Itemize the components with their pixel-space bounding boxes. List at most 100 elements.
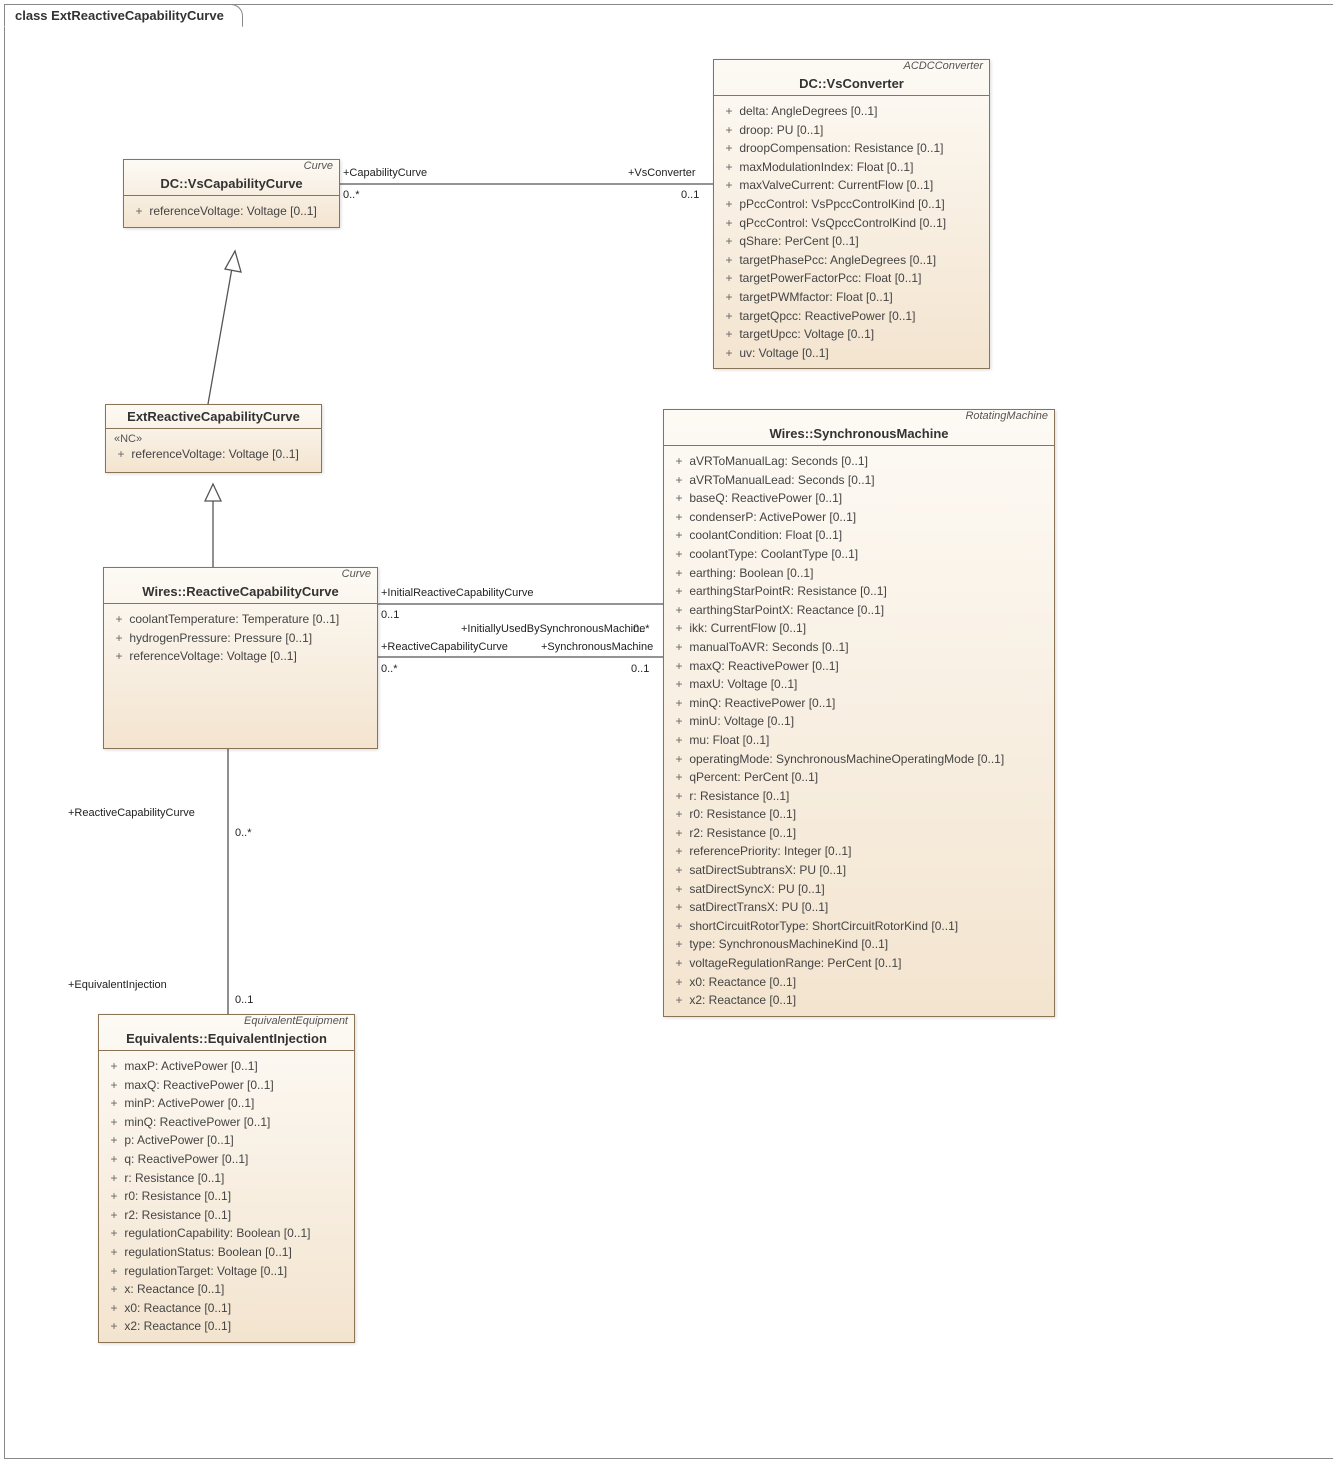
mult-sm: 0..1 — [631, 663, 649, 675]
mult-eqinj: 0..1 — [235, 994, 253, 1006]
stereotype: RotatingMachine — [664, 410, 1054, 422]
class-vsconverter: ACDCConverter DC::VsConverter + delta: A… — [713, 59, 990, 369]
attribute-row: + shortCircuitRotorType: ShortCircuitRot… — [672, 917, 1046, 936]
attribute-row: + coolantTemperature: Temperature [0..1] — [112, 610, 369, 629]
attribute-row: + targetPowerFactorPcc: Float [0..1] — [722, 269, 981, 288]
role-sm: +SynchronousMachine — [541, 641, 653, 653]
attribute-row: + qPercent: PerCent [0..1] — [672, 768, 1046, 787]
attribute-row: + targetPWMfactor: Float [0..1] — [722, 288, 981, 307]
attribute-row: + ikk: CurrentFlow [0..1] — [672, 619, 1046, 638]
mult-ircc: 0..1 — [381, 609, 399, 621]
attribute-row: + earthing: Boolean [0..1] — [672, 564, 1046, 583]
attribute-row: + minQ: ReactivePower [0..1] — [107, 1113, 346, 1132]
class-vscapabilitycurve: Curve DC::VsCapabilityCurve + referenceV… — [123, 159, 340, 228]
stereotype: Curve — [104, 568, 377, 580]
attribute-row: + qPccControl: VsQpccControlKind [0..1] — [722, 214, 981, 233]
attribute-row: + operatingMode: SynchronousMachineOpera… — [672, 750, 1046, 769]
attribute-row: + hydrogenPressure: Pressure [0..1] — [112, 629, 369, 648]
attribute-row: + pPccControl: VsPpccControlKind [0..1] — [722, 195, 981, 214]
attribute-row: + earthingStarPointX: Reactance [0..1] — [672, 601, 1046, 620]
attribute-row: + maxP: ActivePower [0..1] — [107, 1057, 346, 1076]
attribute-row: + aVRToManualLag: Seconds [0..1] — [672, 452, 1046, 471]
attribute-row: + uv: Voltage [0..1] — [722, 344, 981, 363]
attribute-row: + regulationStatus: Boolean [0..1] — [107, 1243, 346, 1262]
role-eqinj: +EquivalentInjection — [68, 979, 167, 991]
class-body: «NC» + referenceVoltage: Voltage [0..1] — [106, 429, 321, 472]
attribute-row: + r0: Resistance [0..1] — [107, 1187, 346, 1206]
attribute-row: + mu: Float [0..1] — [672, 731, 1046, 750]
diagram-frame: class ExtReactiveCapabilityCurve Curve D… — [4, 4, 1333, 1459]
attribute-row: + p: ActivePower [0..1] — [107, 1131, 346, 1150]
attribute-row: + satDirectTransX: PU [0..1] — [672, 898, 1046, 917]
class-equivalentinjection: EquivalentEquipment Equivalents::Equival… — [98, 1014, 355, 1343]
attribute-row: + maxValveCurrent: CurrentFlow [0..1] — [722, 176, 981, 195]
attribute-row: + x0: Reactance [0..1] — [672, 973, 1046, 992]
attribute-row: + maxU: Voltage [0..1] — [672, 675, 1046, 694]
class-body: + coolantTemperature: Temperature [0..1]… — [104, 604, 377, 672]
mult-rcc2: 0..* — [235, 827, 252, 839]
attribute-row: + condenserP: ActivePower [0..1] — [672, 508, 1046, 527]
attribute-row: + referenceVoltage: Voltage [0..1] — [114, 445, 313, 464]
attribute-row: + aVRToManualLead: Seconds [0..1] — [672, 471, 1046, 490]
class-name: DC::VsConverter — [799, 76, 904, 91]
attribute-row: + droopCompensation: Resistance [0..1] — [722, 139, 981, 158]
attribute-row: + maxModulationIndex: Float [0..1] — [722, 158, 981, 177]
class-body: + aVRToManualLag: Seconds [0..1]+ aVRToM… — [664, 446, 1054, 1016]
attribute-row: + r0: Resistance [0..1] — [672, 805, 1046, 824]
class-body: + referenceVoltage: Voltage [0..1] — [124, 196, 339, 227]
attribute-row: + x: Reactance [0..1] — [107, 1280, 346, 1299]
stereotype: ACDCConverter — [714, 60, 989, 72]
class-extreactivecapabilitycurve: ExtReactiveCapabilityCurve «NC» + refere… — [105, 404, 322, 473]
attribute-row: + coolantCondition: Float [0..1] — [672, 526, 1046, 545]
role-vsconverter: +VsConverter — [628, 167, 696, 179]
class-name: Wires::ReactiveCapabilityCurve — [142, 584, 338, 599]
diagram-body: Curve DC::VsCapabilityCurve + referenceV… — [13, 29, 1328, 1450]
role-ircc: +InitialReactiveCapabilityCurve — [381, 587, 534, 599]
attribute-row: + coolantType: CoolantType [0..1] — [672, 545, 1046, 564]
role-rcc2: +ReactiveCapabilityCurve — [68, 807, 195, 819]
attribute-row: + q: ReactivePower [0..1] — [107, 1150, 346, 1169]
attribute-row: + r: Resistance [0..1] — [107, 1169, 346, 1188]
attribute-row: + x2: Reactance [0..1] — [107, 1317, 346, 1336]
attribute-row: + satDirectSubtransX: PU [0..1] — [672, 861, 1046, 880]
attribute-row: + x2: Reactance [0..1] — [672, 991, 1046, 1010]
attribute-row: + minU: Voltage [0..1] — [672, 712, 1046, 731]
attribute-row: + targetQpcc: ReactivePower [0..1] — [722, 307, 981, 326]
role-rcc: +ReactiveCapabilityCurve — [381, 641, 508, 653]
class-name: DC::VsCapabilityCurve — [160, 176, 302, 191]
attribute-row: + regulationTarget: Voltage [0..1] — [107, 1262, 346, 1281]
role-capabilitycurve: +CapabilityCurve — [343, 167, 427, 179]
attribute-row: + referenceVoltage: Voltage [0..1] — [112, 647, 369, 666]
attribute-row: + voltageRegulationRange: PerCent [0..1] — [672, 954, 1046, 973]
class-synchronousmachine: RotatingMachine Wires::SynchronousMachin… — [663, 409, 1055, 1017]
diagram-title-tab: class ExtReactiveCapabilityCurve — [4, 4, 243, 27]
class-name: ExtReactiveCapabilityCurve — [127, 409, 300, 424]
mult-vsconverter: 0..1 — [681, 189, 699, 201]
attribute-row: + minP: ActivePower [0..1] — [107, 1094, 346, 1113]
attribute-row: + referencePriority: Integer [0..1] — [672, 842, 1046, 861]
stereotype: EquivalentEquipment — [99, 1015, 354, 1027]
role-iubsm: +InitiallyUsedBySynchronousMachine — [461, 623, 645, 635]
attribute-row: + type: SynchronousMachineKind [0..1] — [672, 935, 1046, 954]
class-name: Wires::SynchronousMachine — [769, 426, 948, 441]
attribute-row: + targetUpcc: Voltage [0..1] — [722, 325, 981, 344]
attribute-row: + referenceVoltage: Voltage [0..1] — [132, 202, 331, 221]
stereotype: Curve — [124, 160, 339, 172]
attribute-row: + targetPhasePcc: AngleDegrees [0..1] — [722, 251, 981, 270]
attribute-row: + minQ: ReactivePower [0..1] — [672, 694, 1046, 713]
class-body: + delta: AngleDegrees [0..1]+ droop: PU … — [714, 96, 989, 368]
section-label: «NC» — [114, 433, 313, 445]
mult-rcc: 0..* — [381, 663, 398, 675]
attribute-row: + droop: PU [0..1] — [722, 121, 981, 140]
class-name: Equivalents::EquivalentInjection — [126, 1031, 327, 1046]
attribute-row: + qShare: PerCent [0..1] — [722, 232, 981, 251]
class-reactivecapabilitycurve: Curve Wires::ReactiveCapabilityCurve + c… — [103, 567, 378, 749]
attribute-row: + satDirectSyncX: PU [0..1] — [672, 880, 1046, 899]
attribute-row: + r: Resistance [0..1] — [672, 787, 1046, 806]
attribute-row: + r2: Resistance [0..1] — [672, 824, 1046, 843]
attribute-row: + x0: Reactance [0..1] — [107, 1299, 346, 1318]
attribute-row: + r2: Resistance [0..1] — [107, 1206, 346, 1225]
attribute-row: + maxQ: ReactivePower [0..1] — [672, 657, 1046, 676]
attribute-row: + maxQ: ReactivePower [0..1] — [107, 1076, 346, 1095]
attribute-row: + baseQ: ReactivePower [0..1] — [672, 489, 1046, 508]
